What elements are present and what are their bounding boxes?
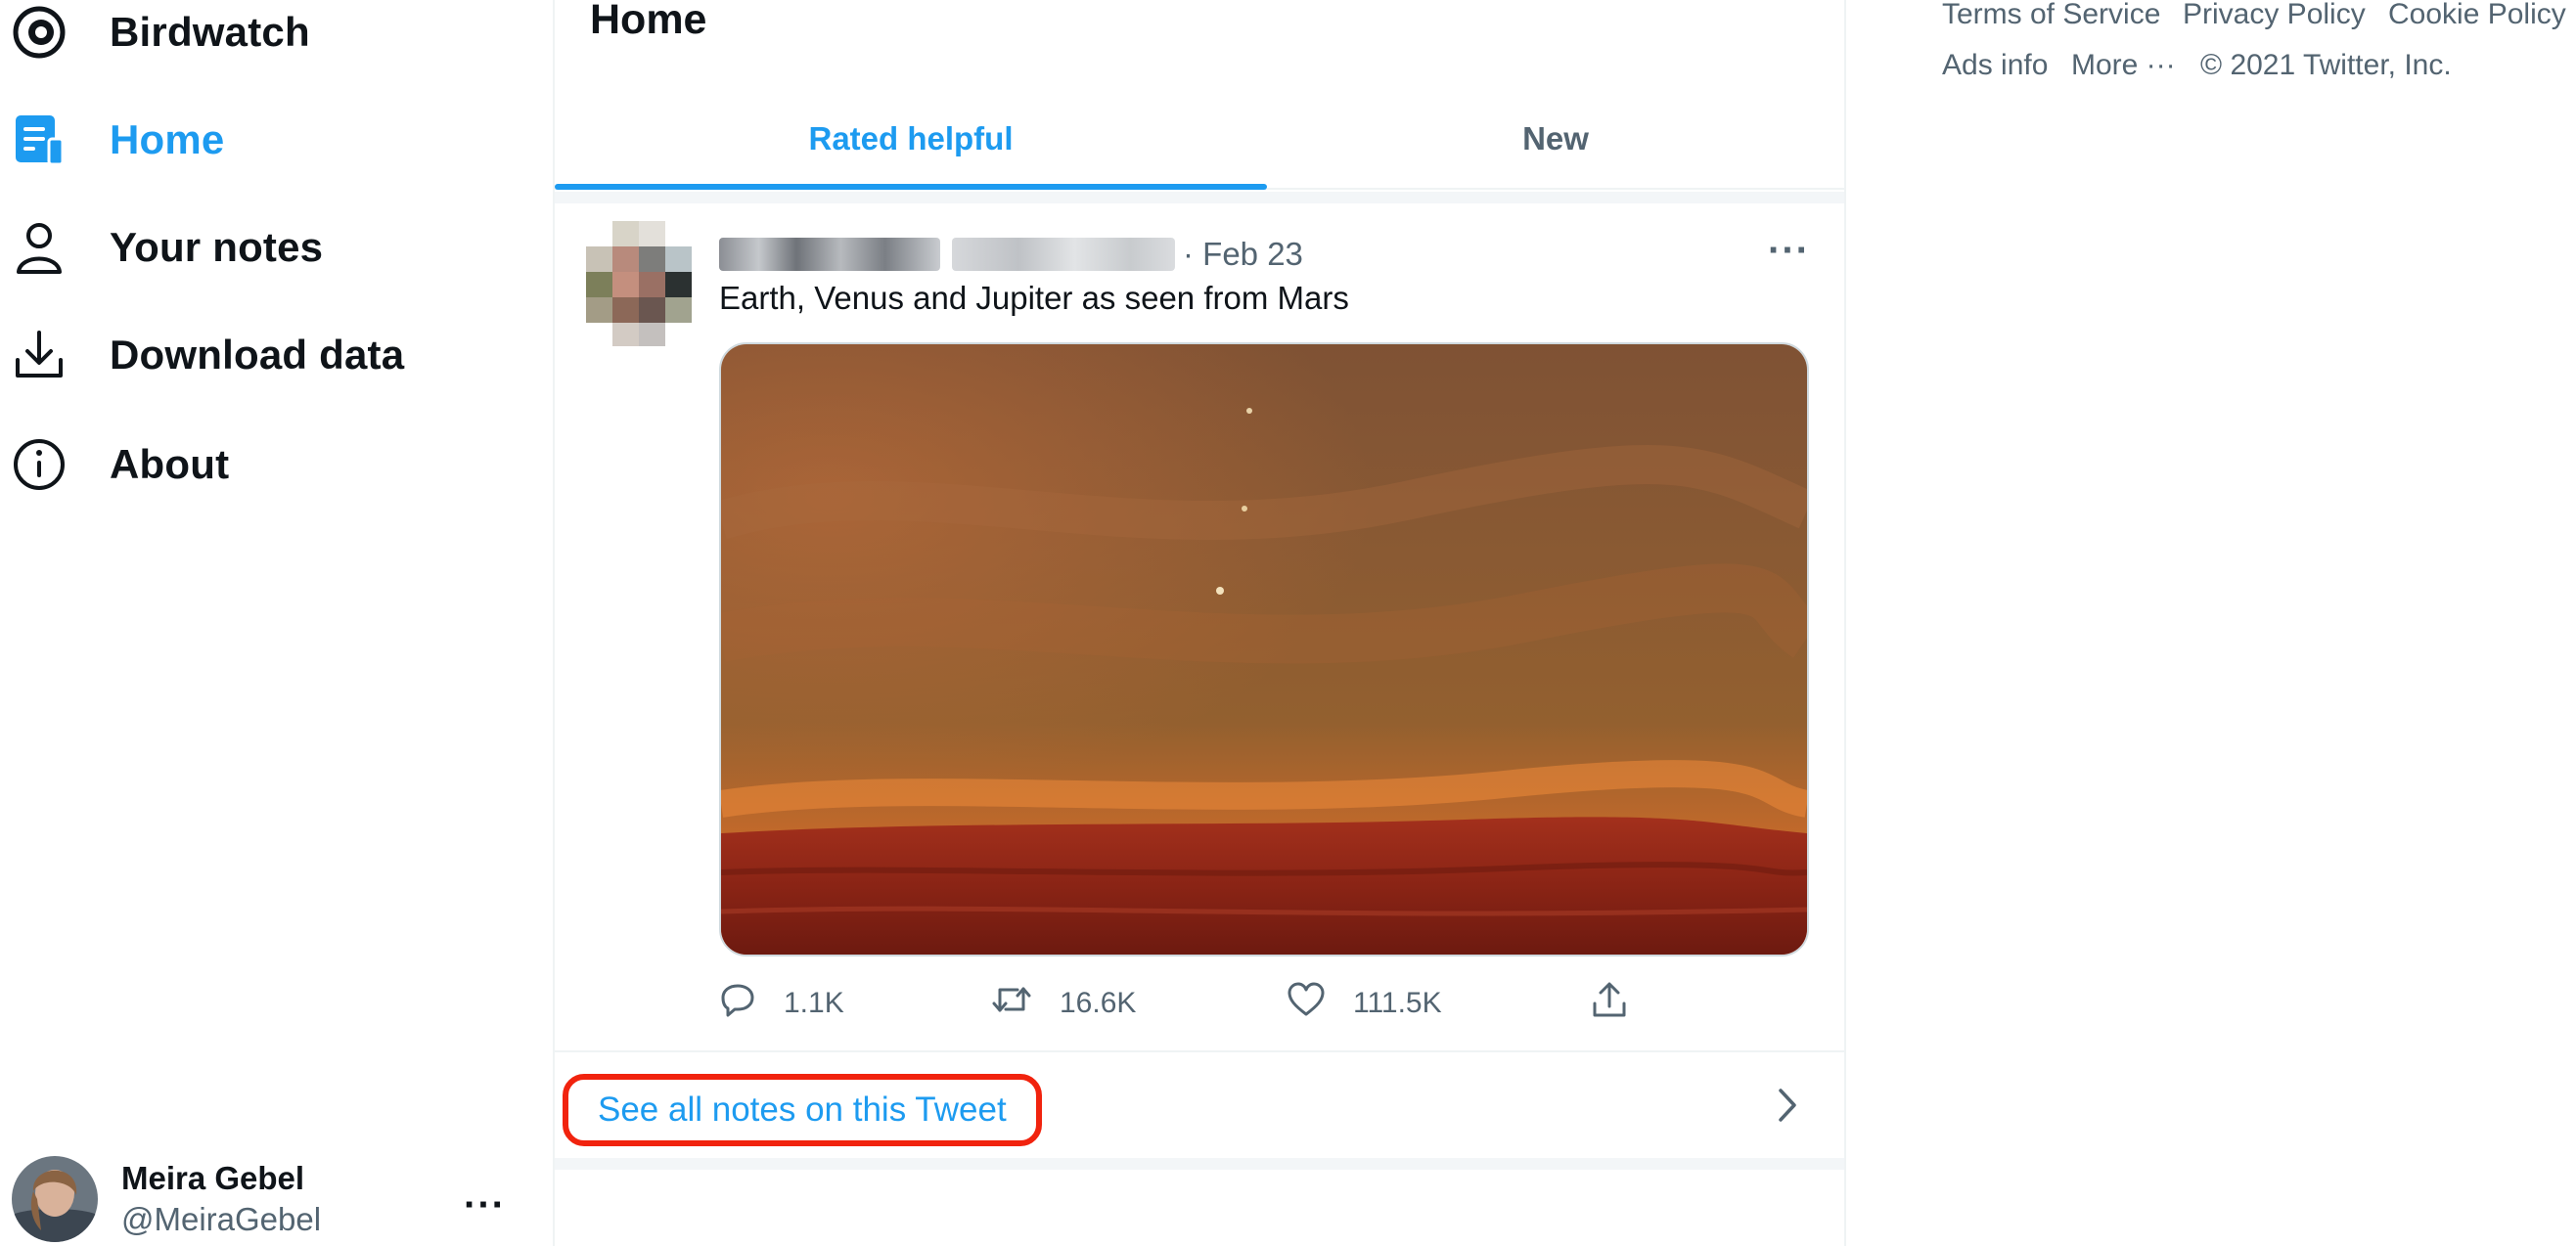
account-switcher[interactable]: Meira Gebel @MeiraGebel ··· [12, 1154, 520, 1244]
retweet-icon [991, 981, 1032, 1026]
footer-terms-link[interactable]: Terms of Service [1942, 0, 2160, 31]
tweet-author-avatar[interactable] [586, 221, 692, 346]
avatar [12, 1156, 98, 1242]
birdwatch-logo-icon [10, 3, 68, 62]
sidebar-item-your-notes[interactable]: Your notes [0, 203, 323, 291]
footer-privacy-link[interactable]: Privacy Policy [2183, 0, 2366, 31]
retweet-count: 16.6K [1060, 987, 1137, 1019]
tab-new[interactable]: New [1267, 90, 1844, 188]
home-note-icon [10, 111, 68, 169]
see-all-notes-link[interactable]: See all notes on this Tweet [563, 1074, 1042, 1146]
tweet-more-icon[interactable]: ··· [1768, 229, 1810, 273]
like-button[interactable]: 111.5K [1287, 976, 1442, 1031]
main-column: Home Rated helpful New · Feb 23 ··· Eart… [553, 0, 1846, 1246]
info-icon [10, 435, 68, 494]
sidebar-item-home[interactable]: Home [0, 96, 225, 184]
reply-count: 1.1K [784, 987, 844, 1019]
divider [555, 1158, 1844, 1170]
tweet-date[interactable]: · Feb 23 [1183, 236, 1303, 273]
tweet-card[interactable]: · Feb 23 ··· Earth, Venus and Jupiter as… [555, 203, 1844, 1048]
reply-icon [719, 981, 756, 1026]
page-title: Home [590, 0, 707, 43]
app-title: Birdwatch [110, 9, 310, 55]
author-name-redacted[interactable] [719, 238, 940, 271]
sidebar-item-label: Home [110, 116, 225, 162]
sidebar-item-label: About [110, 441, 230, 487]
author-handle-redacted[interactable] [952, 238, 1175, 271]
user-name: Meira Gebel [121, 1160, 305, 1196]
tweet-image[interactable] [719, 342, 1809, 957]
footer-ads-info-link[interactable]: Ads info [1942, 49, 2048, 82]
account-more-icon[interactable]: ··· [464, 1183, 506, 1227]
chevron-right-icon [1774, 1086, 1801, 1130]
divider [555, 192, 1844, 203]
active-tab-indicator [555, 184, 1267, 190]
sidebar-item-download-data[interactable]: Download data [0, 311, 404, 399]
footer-more-link[interactable]: More ··· [2071, 49, 2176, 82]
see-all-notes-row[interactable]: See all notes on this Tweet [555, 1050, 1844, 1158]
like-count: 111.5K [1353, 987, 1442, 1019]
user-handle: @MeiraGebel [121, 1201, 322, 1237]
sidebar-item-about[interactable]: About [0, 421, 229, 509]
birdwatch-logo-link[interactable]: Birdwatch [0, 0, 310, 76]
share-icon [1590, 980, 1629, 1027]
tab-bar: Rated helpful New [555, 90, 1844, 190]
tweet-text: Earth, Venus and Jupiter as seen from Ma… [719, 280, 1349, 316]
download-icon [10, 326, 68, 384]
footer-cookie-link[interactable]: Cookie Policy [2388, 0, 2566, 31]
tweet-actions: 1.1K 16.6K 111.5K [719, 976, 1805, 1031]
heart-icon [1287, 981, 1326, 1026]
tab-rated-helpful[interactable]: Rated helpful [555, 90, 1267, 188]
share-button[interactable] [1590, 976, 1629, 1031]
sidebar: Birdwatch Home Your notes Download data … [0, 0, 552, 1246]
tweet-header: · Feb 23 [719, 233, 1303, 276]
person-icon [10, 218, 68, 277]
sidebar-item-label: Download data [110, 332, 405, 378]
retweet-button[interactable]: 16.6K [991, 976, 1136, 1031]
reply-button[interactable]: 1.1K [719, 976, 844, 1031]
sidebar-item-label: Your notes [110, 224, 324, 270]
footer-copyright: © 2021 Twitter, Inc. [2200, 49, 2452, 81]
